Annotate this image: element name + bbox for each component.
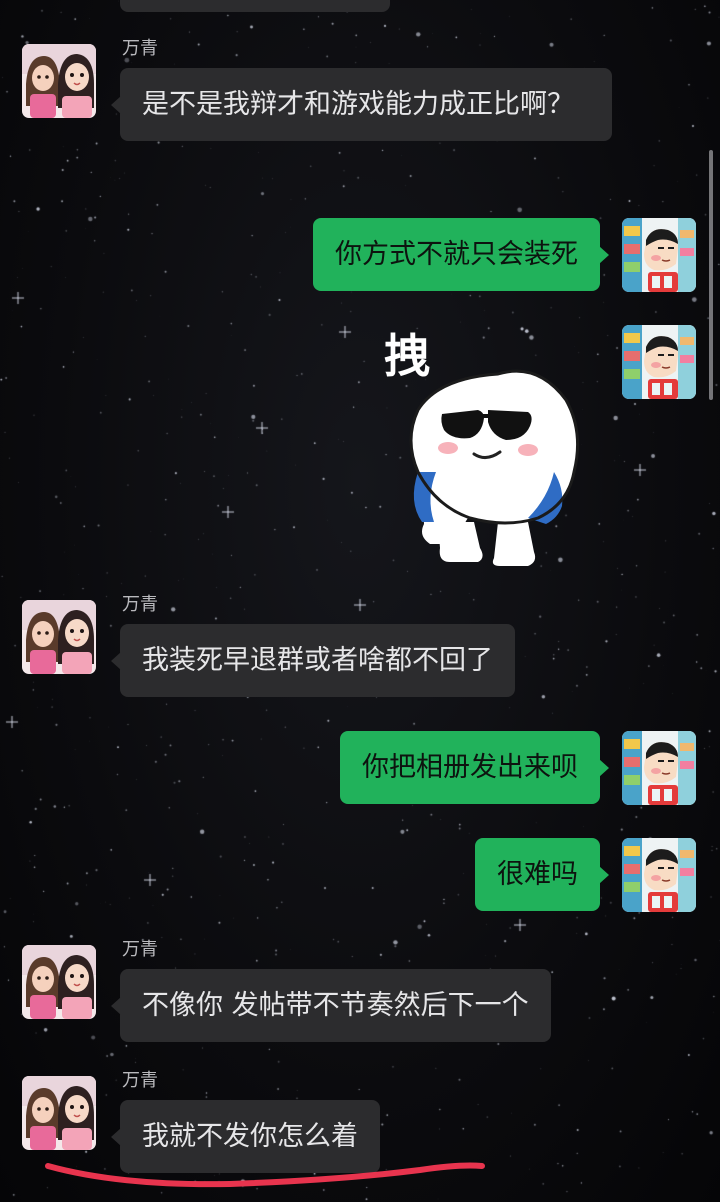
scrollbar-thumb[interactable]	[709, 150, 713, 400]
red-underline-annotation	[45, 1162, 485, 1188]
chat-screen: 万青 是不是我辩才和游戏能力成正比啊？ 你方式不就只会装死 拽 万青 我装死早退…	[0, 0, 720, 1202]
